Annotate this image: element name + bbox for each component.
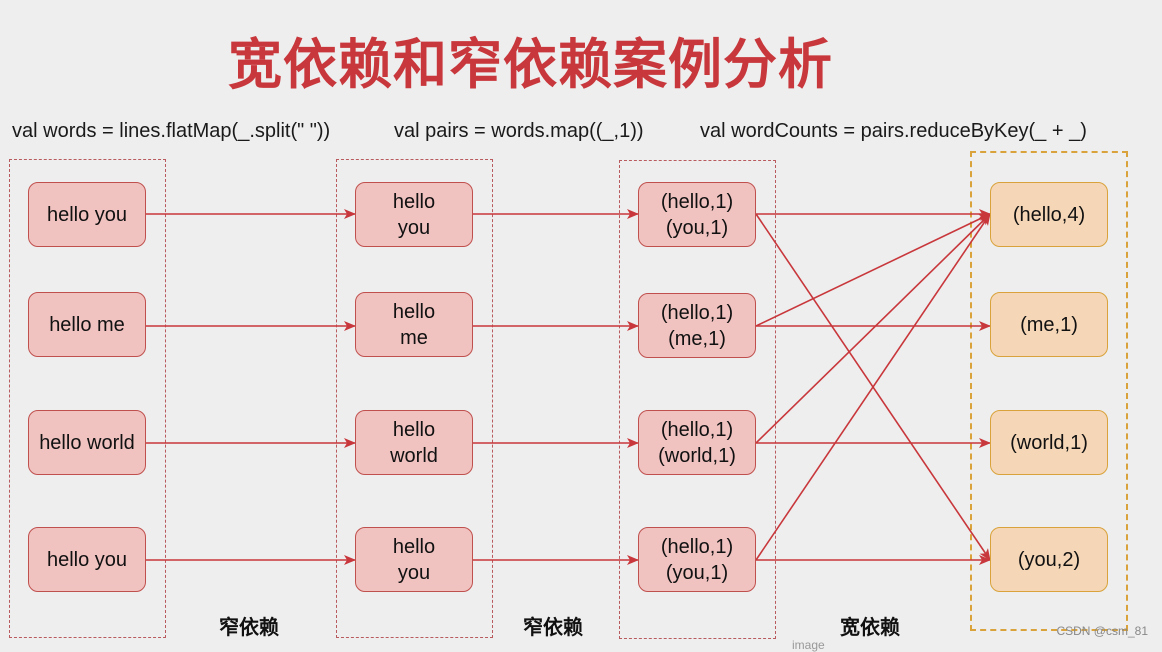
pairs-box: (hello,1) (you,1) (638, 182, 756, 247)
box-text: you (397, 216, 431, 239)
box-text: (hello,4) (1012, 203, 1086, 226)
box-text: hello (392, 190, 436, 213)
lines-box: hello world (28, 410, 146, 475)
faint-caption: image (792, 638, 825, 652)
box-text: (me,1) (1020, 313, 1078, 336)
box-text: (world,1) (658, 444, 736, 467)
box-text: (me,1) (668, 327, 726, 350)
narrow-dependency-label: 窄依赖 (219, 615, 279, 639)
box-text: hello you (46, 203, 128, 226)
box-text: hello (392, 418, 436, 441)
count-box: (you,2) (990, 527, 1108, 592)
wide-dependency-arrow (755, 213, 991, 327)
words-box: hello world (355, 410, 473, 475)
words-box: hello me (355, 292, 473, 357)
wide-dependency-label: 宽依赖 (840, 615, 900, 639)
count-box: (me,1) (990, 292, 1108, 357)
box-text: world (390, 444, 438, 467)
box-text: hello me (49, 313, 125, 336)
box-text: hello (392, 535, 436, 558)
box-text: hello world (39, 431, 135, 454)
box-text: hello you (46, 548, 128, 571)
wide-dependency-arrow (755, 213, 991, 444)
pairs-box: (hello,1) (you,1) (638, 527, 756, 592)
pairs-box: (hello,1) (world,1) (638, 410, 756, 475)
box-text: you (397, 561, 431, 584)
box-text: (hello,1) (660, 190, 734, 213)
box-text: (hello,1) (660, 418, 734, 441)
pairs-box: (hello,1) (me,1) (638, 293, 756, 358)
lines-box: hello me (28, 292, 146, 357)
box-text: (world,1) (1010, 431, 1088, 454)
words-box: hello you (355, 182, 473, 247)
narrow-dependency-label: 窄依赖 (523, 615, 583, 639)
lines-box: hello you (28, 182, 146, 247)
count-box: (hello,4) (990, 182, 1108, 247)
count-box: (world,1) (990, 410, 1108, 475)
box-text: (hello,1) (660, 301, 734, 324)
box-text: (hello,1) (660, 535, 734, 558)
lines-box: hello you (28, 527, 146, 592)
box-text: me (400, 326, 428, 349)
box-text: (you,1) (665, 561, 729, 584)
words-box: hello you (355, 527, 473, 592)
box-text: hello (392, 300, 436, 323)
watermark: CSDN @csm_81 (1056, 624, 1148, 638)
dependency-arrows (146, 209, 991, 565)
box-text: (you,2) (1017, 548, 1081, 571)
box-text: (you,1) (665, 216, 729, 239)
